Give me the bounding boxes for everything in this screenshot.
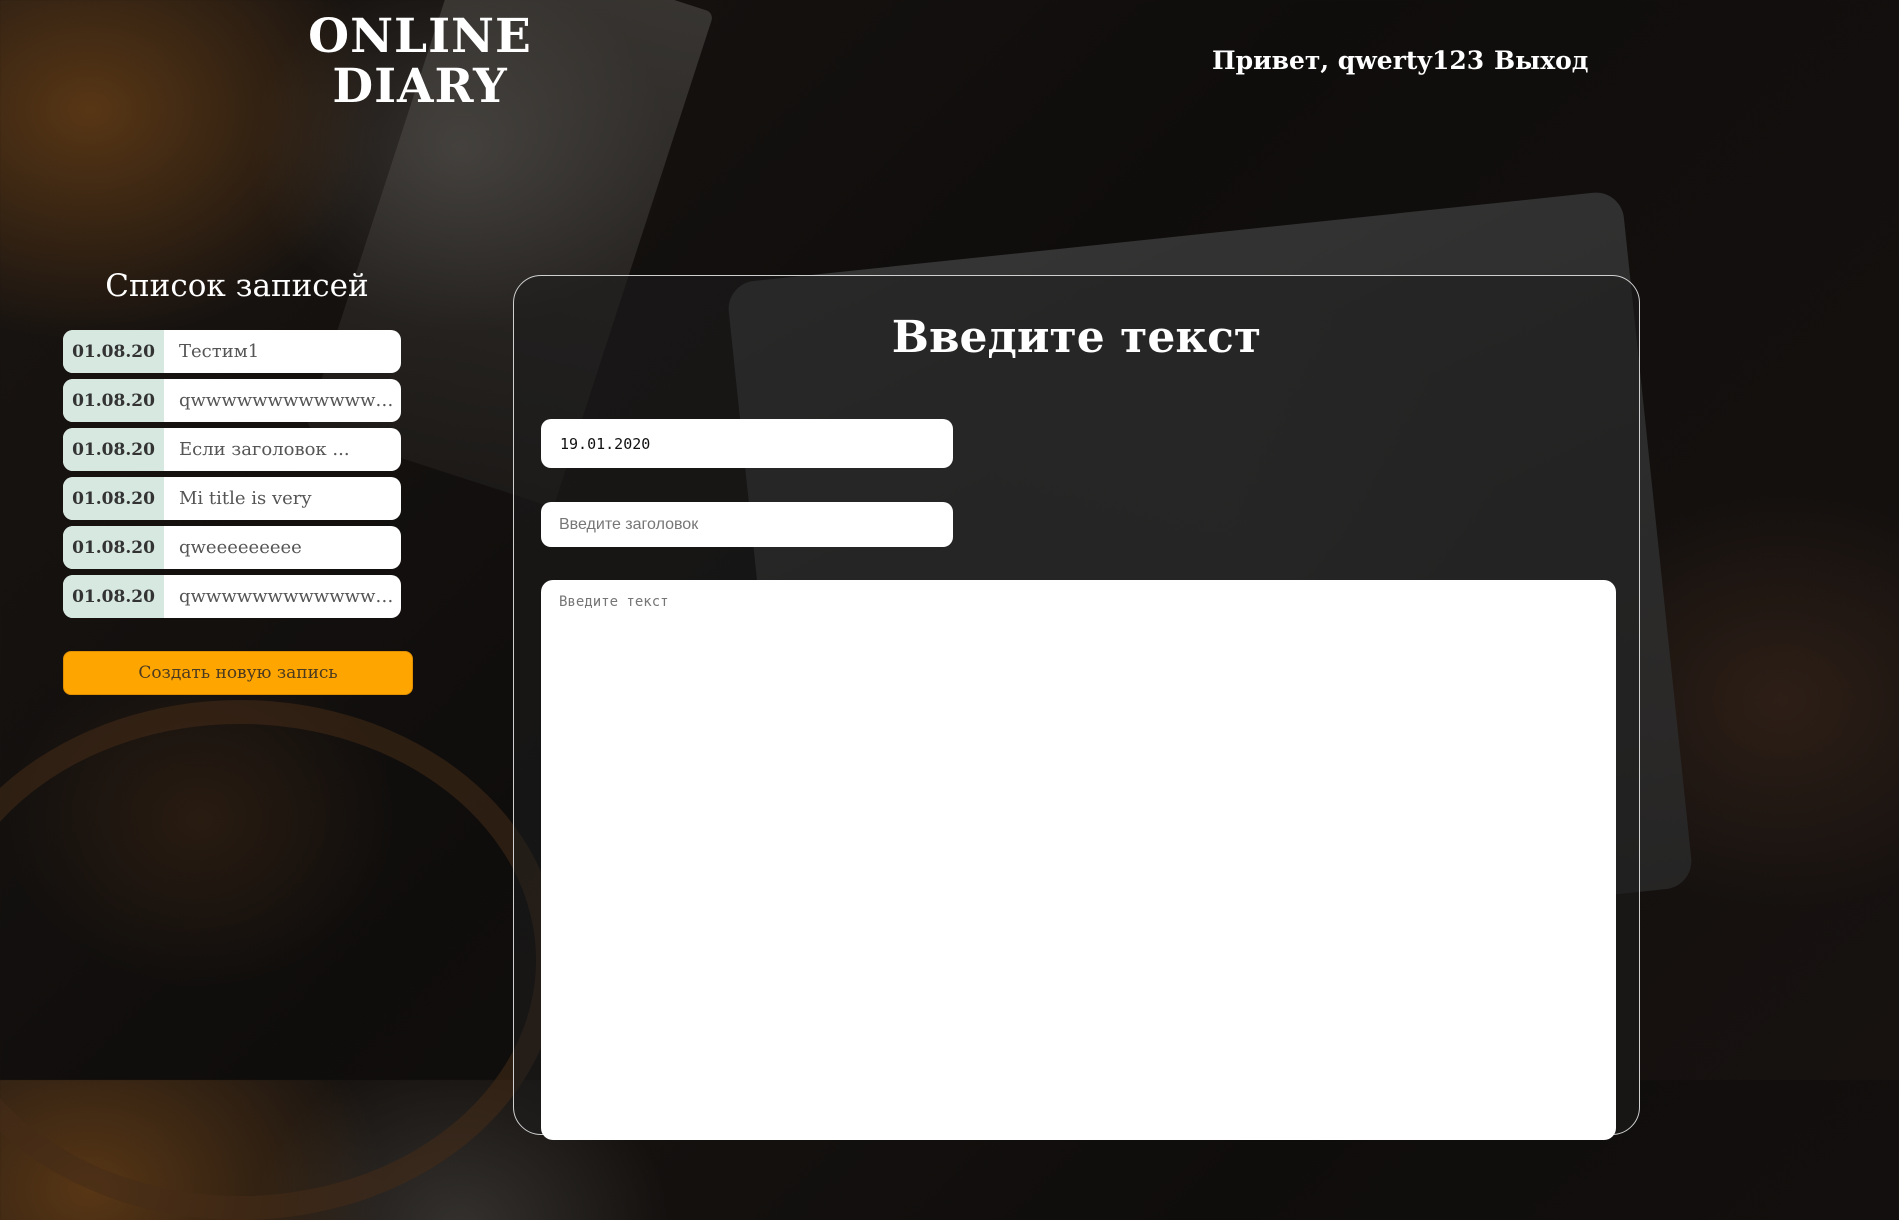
entry-title: Если заголовок ... [164,428,401,471]
entry-date: 01.08.20 [63,428,164,471]
entry-item[interactable]: 01.08.20 Mi title is very [63,477,401,520]
site-logo[interactable]: ONLINE DIARY [300,12,540,112]
entry-date: 01.08.20 [63,575,164,618]
entry-title-text: Тестим1 [179,341,260,362]
entry-date: 01.08.20 [63,526,164,569]
editor-heading: Введите текст [891,312,1262,363]
entry-item[interactable]: 01.08.20 qwwwwwwwwwwwwwww... [63,575,401,618]
editor-panel: Введите текст [513,275,1640,1140]
user-greeting: Привет, qwerty123 [1212,46,1485,75]
logo-line-2: DIARY [332,59,508,114]
date-field[interactable] [541,419,953,468]
entry-list: 01.08.20 Тестим1 01.08.20 qwwwwwwwwwwwww… [63,330,401,624]
entry-title-text: qweeeeeeeee [179,537,302,558]
logout-link[interactable]: Выход [1494,46,1588,75]
entry-title-text: Если заголовок ... [179,439,350,460]
entry-title-text: qwwwwwwwwwwwwwww... [179,586,399,607]
entry-title: qwwwwwwwwwwwwwww... [164,575,401,618]
entry-date: 01.08.20 [63,330,164,373]
entry-item[interactable]: 01.08.20 qwwwwwwwwwwwwwww... [63,379,401,422]
text-field[interactable] [541,580,1616,1140]
entry-item[interactable]: 01.08.20 Если заголовок ... [63,428,401,471]
entry-date: 01.08.20 [63,477,164,520]
title-field[interactable] [541,502,953,547]
logo-line-1: ONLINE [308,9,532,64]
entry-date: 01.08.20 [63,379,164,422]
entry-title-text: qwwwwwwwwwwwwwww... [179,390,399,411]
create-entry-button[interactable]: Создать новую запись [63,651,413,695]
sidebar-title: Список записей [105,268,369,304]
entry-item[interactable]: 01.08.20 Тестим1 [63,330,401,373]
entry-title: qwwwwwwwwwwwwwww... [164,379,401,422]
entry-title: Mi title is very [164,477,401,520]
entry-title-text: Mi title is very [179,488,312,509]
entry-item[interactable]: 01.08.20 qweeeeeeeee [63,526,401,569]
entry-title: Тестим1 [164,330,401,373]
background-bowl [0,700,560,1220]
entry-title: qweeeeeeeee [164,526,401,569]
